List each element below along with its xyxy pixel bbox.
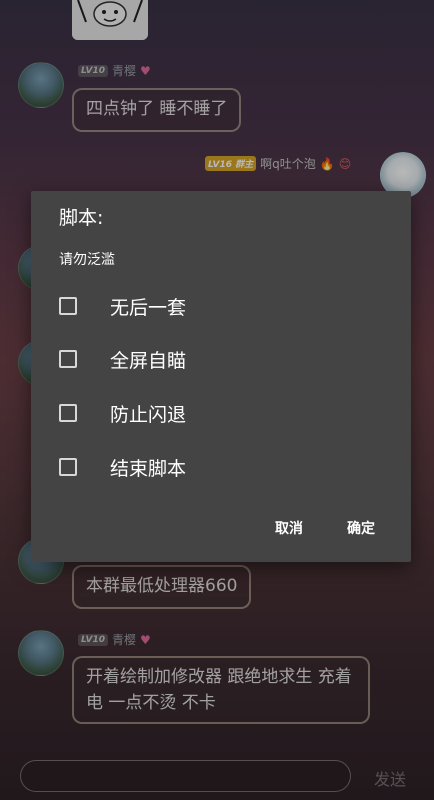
option-label: 防止闪退: [110, 403, 187, 426]
option-label: 全屏自瞄: [110, 349, 187, 372]
dialog-message: 请勿泛滥: [59, 252, 115, 268]
script-dialog: 脚本: 请勿泛滥 无后一套 全屏自瞄 防止闪退 结束脚本 取消 确定: [31, 191, 411, 562]
option-row[interactable]: 防止闪退: [59, 396, 389, 430]
option-label: 无后一套: [110, 296, 187, 319]
dialog-title: 脚本:: [59, 207, 104, 229]
confirm-button[interactable]: 确定: [347, 518, 375, 538]
option-row[interactable]: 结束脚本: [59, 450, 389, 484]
option-label: 结束脚本: [110, 457, 187, 480]
option-row[interactable]: 无后一套: [59, 289, 389, 323]
checkbox[interactable]: [59, 350, 77, 368]
checkbox[interactable]: [59, 404, 77, 422]
checkbox[interactable]: [59, 458, 77, 476]
cancel-button[interactable]: 取消: [275, 518, 303, 538]
checkbox[interactable]: [59, 297, 77, 315]
option-row[interactable]: 全屏自瞄: [59, 342, 389, 376]
